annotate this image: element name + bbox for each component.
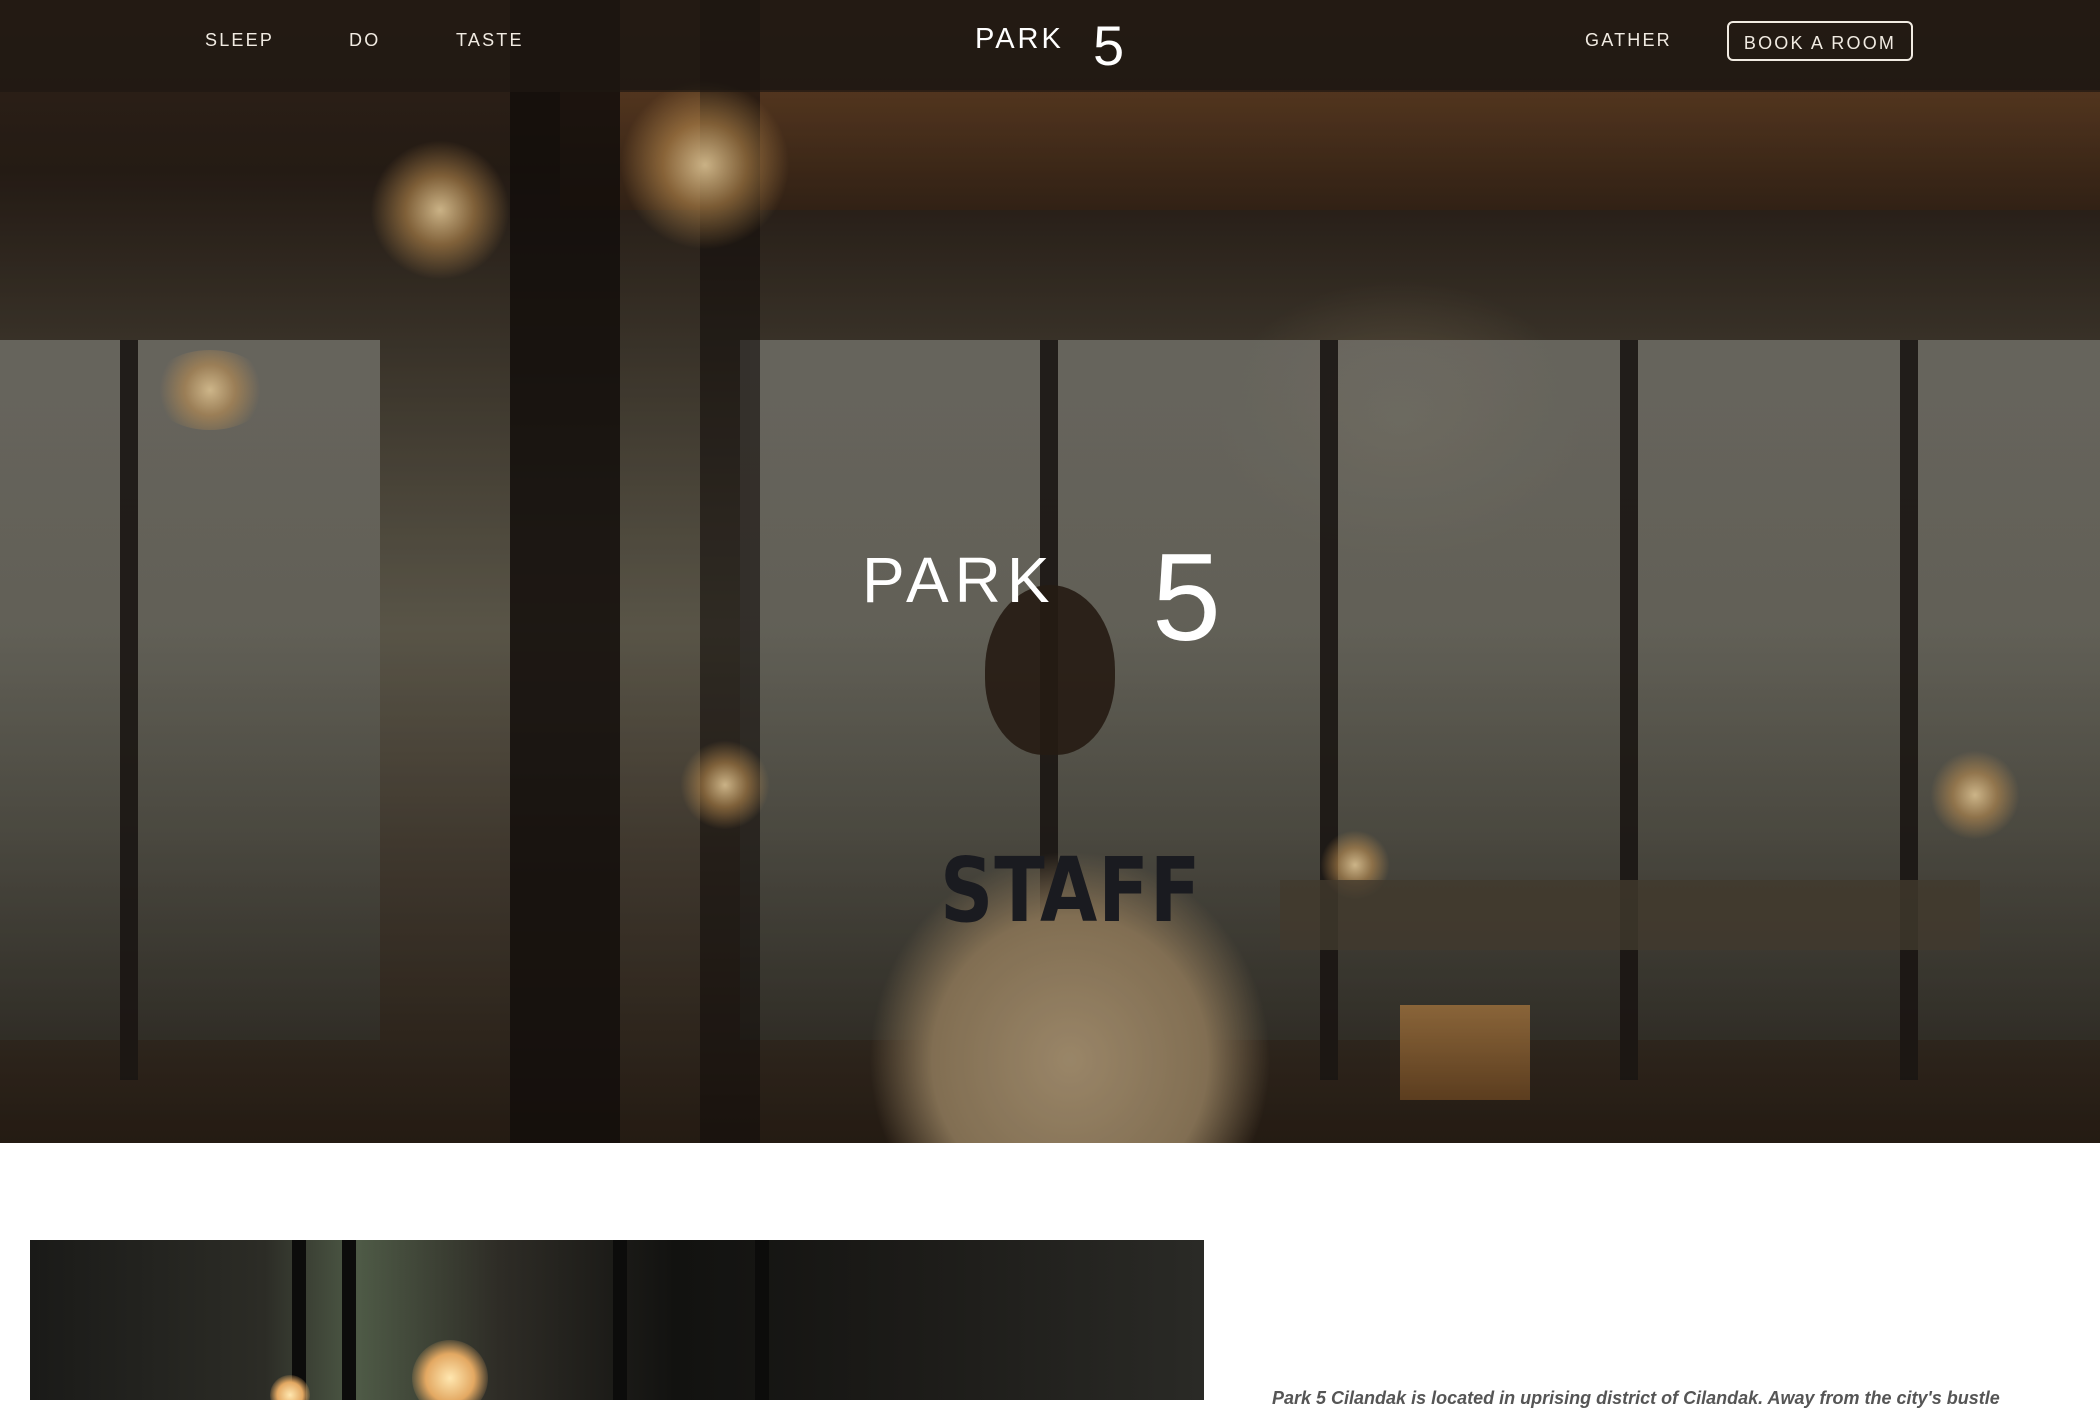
book-a-room-button[interactable]: BOOK A ROOM: [1727, 21, 1913, 61]
hero-logo-number: 5: [1152, 529, 1221, 667]
intro-paragraph: Park 5 Cilandak is located in uprising d…: [1272, 1388, 2000, 1408]
top-navigation: SLEEP DO TASTE PARK 5 GATHER BOOK A ROOM: [0, 0, 2100, 92]
window-frame: [342, 1240, 356, 1400]
photo-bulb: [412, 1340, 488, 1400]
window-frame: [613, 1240, 627, 1400]
nav-logo[interactable]: PARK 5: [975, 18, 1127, 74]
nav-link-gather[interactable]: GATHER: [1585, 30, 1672, 51]
nav-logo-word: PARK: [975, 23, 1064, 55]
nav-link-do[interactable]: DO: [349, 30, 380, 51]
hero-logo-word: PARK: [862, 544, 1056, 616]
nav-link-sleep[interactable]: SLEEP: [205, 30, 274, 51]
window-frame: [755, 1240, 769, 1400]
hero-section: STAFF PARK 5: [0, 0, 2100, 1143]
interior-photo: [30, 1240, 1204, 1400]
nav-logo-number: 5: [1093, 14, 1125, 77]
nav-link-taste[interactable]: TASTE: [456, 30, 524, 51]
hero-logo: PARK 5: [862, 536, 1240, 660]
